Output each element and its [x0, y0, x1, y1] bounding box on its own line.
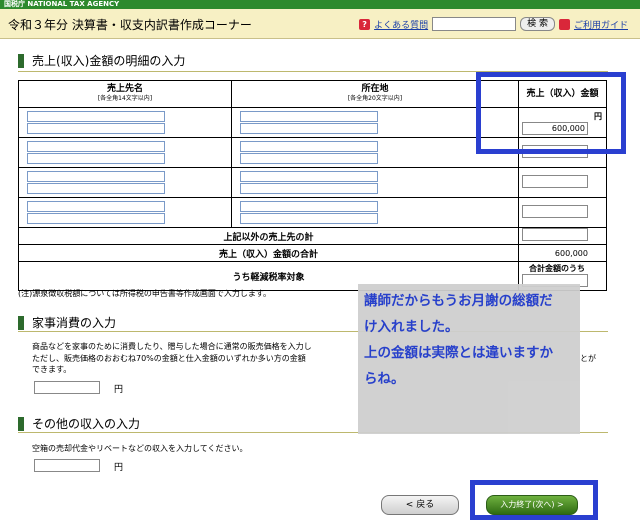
other-income-desc: 空箱の売却代金やリベートなどの収入を入力してください。	[32, 444, 248, 453]
col-address-note: [各全角20文字以内]	[347, 95, 403, 102]
household-yen-unit: 円	[114, 385, 124, 395]
household-line-2: ただし、販売価格のおおむね70%の金額と仕入金額のいずれか多い方の金額	[32, 354, 306, 363]
other-total-row: 上記以外の売上先の計	[18, 227, 607, 245]
household-line-1-tail: とが	[580, 354, 596, 363]
customer-name-input-1b[interactable]	[27, 123, 165, 134]
sales-section-heading: 売上(収入)金額の明細の入力	[32, 54, 186, 68]
customer-name-input-2a[interactable]	[27, 141, 165, 152]
reduced-sub-label: 合計金額のうち	[529, 264, 585, 273]
next-button[interactable]: 入力終了(次へ) >	[486, 495, 578, 515]
address-input-4b[interactable]	[240, 213, 378, 224]
question-icon: ?	[359, 18, 371, 30]
other-total-label: 上記以外の売上先の計	[18, 227, 519, 245]
agency-bar: 国税庁 NATIONAL TAX AGENCY	[0, 0, 640, 9]
page-header: 令和３年分 決算書・収支内訳書作成コーナー ? よくある質問 検 索 ご利用ガイ…	[0, 9, 640, 39]
address-input-1a[interactable]	[240, 111, 378, 122]
address-input-2b[interactable]	[240, 153, 378, 164]
other-income-input[interactable]	[34, 459, 100, 472]
household-heading: 家事消費の入力	[32, 316, 117, 330]
table-row	[18, 197, 607, 228]
total-value: 600,000	[518, 244, 607, 262]
annotation-line-2: け入れました。	[364, 319, 459, 335]
amount-input-3[interactable]	[522, 174, 588, 188]
other-yen-unit: 円	[114, 463, 124, 473]
guide-book-icon	[558, 18, 570, 30]
other-heading: その他の収入の入力	[32, 417, 141, 431]
search-button[interactable]: 検 索	[520, 17, 555, 31]
annotation-line-1: 講師だからもうお月謝の総額だ	[364, 293, 553, 309]
address-input-2a[interactable]	[240, 141, 378, 152]
customer-name-input-4b[interactable]	[27, 213, 165, 224]
withholding-note: (注)源泉徴収税額については所得税の申告書等作成画面で入力します。	[18, 289, 272, 298]
customer-name-input-4a[interactable]	[27, 201, 165, 212]
household-line-3: できます。	[32, 365, 72, 374]
address-input-3b[interactable]	[240, 183, 378, 194]
table-row	[18, 167, 607, 198]
amount-highlight-box	[476, 72, 626, 154]
customer-name-input-3b[interactable]	[27, 183, 165, 194]
annotation-line-4: らね。	[364, 371, 405, 387]
annotation-line-3: 上の金額は実際とは違いますか	[364, 345, 553, 361]
customer-name-input-3a[interactable]	[27, 171, 165, 182]
total-row: 売上（収入）金額の合計 600,000	[18, 244, 607, 262]
section-marker	[18, 315, 24, 330]
col-name-note: [各全角14文字以内]	[97, 95, 153, 102]
household-amount-input[interactable]	[34, 381, 100, 394]
address-input-3a[interactable]	[240, 171, 378, 182]
col-header-name: 売上先名 [各全角14文字以内]	[18, 80, 232, 108]
address-input-1b[interactable]	[240, 123, 378, 134]
other-section-title: その他の収入の入力	[18, 415, 140, 432]
total-label: 売上（収入）金額の合計	[18, 244, 519, 262]
section-marker	[18, 416, 24, 431]
household-section-title: 家事消費の入力	[18, 314, 116, 331]
amount-input-4[interactable]	[522, 204, 588, 218]
agency-label: 国税庁 NATIONAL TAX AGENCY	[4, 0, 120, 8]
customer-name-input-1a[interactable]	[27, 111, 165, 122]
guide-link[interactable]: ご利用ガイド	[574, 18, 628, 31]
search-input[interactable]	[432, 17, 517, 31]
back-button[interactable]: < 戻る	[381, 495, 459, 515]
other-total-input[interactable]	[522, 228, 588, 241]
annotation-overlay: 講師だからもうお月謝の総額だ け入れました。 上の金額は実際とは違いますか らね…	[358, 284, 580, 434]
household-line-1: 商品などを家事のために消費したり、贈与した場合に通常の販売価格を入力し	[32, 342, 312, 351]
sales-section-title: 売上(収入)金額の明細の入力	[18, 52, 185, 69]
col-name-label: 売上先名	[106, 84, 143, 94]
customer-name-input-2b[interactable]	[27, 153, 165, 164]
address-input-4a[interactable]	[240, 201, 378, 212]
header-tools: ? よくある質問 検 索 ご利用ガイド	[359, 17, 628, 31]
col-address-label: 所在地	[361, 84, 389, 94]
section-marker	[18, 53, 24, 68]
faq-link[interactable]: よくある質問	[374, 18, 428, 31]
page-title: 令和３年分 決算書・収支内訳書作成コーナー	[8, 18, 252, 32]
